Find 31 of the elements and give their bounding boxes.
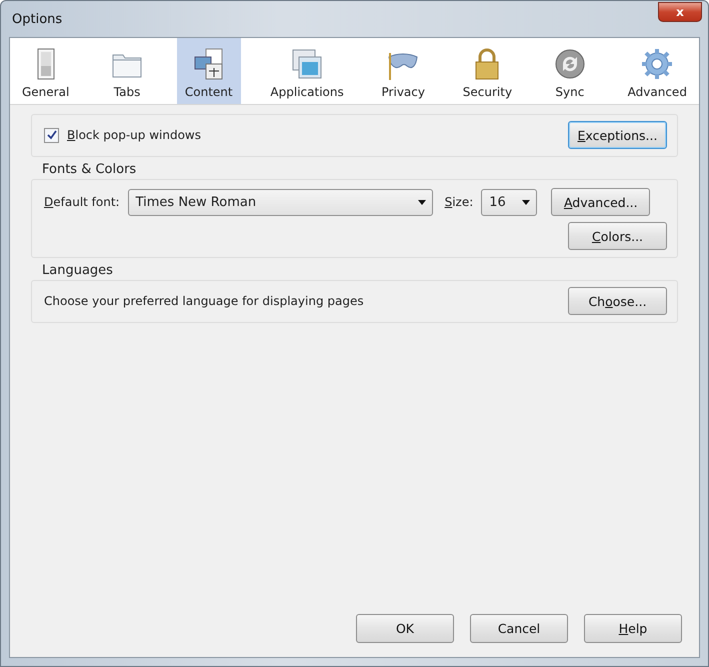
windows-icon (290, 47, 324, 81)
group-title: Fonts & Colors (42, 162, 138, 177)
checkbox[interactable] (44, 128, 59, 142)
pane-tab[interactable]: Advanced (620, 38, 695, 104)
pane-tab[interactable]: General (14, 38, 78, 104)
sync-icon (552, 47, 587, 81)
description-text: Choose your preferred language for displaying pages (44, 294, 364, 308)
gear-icon (640, 47, 674, 81)
field-label: Default font: (44, 195, 120, 209)
pane-tab[interactable]: Content (176, 38, 241, 104)
window-title: Options (12, 12, 62, 26)
checkbox-label: Block pop-up windows (67, 128, 201, 142)
pane-tab[interactable]: Sync (542, 38, 598, 104)
pane-tab[interactable]: Tabs (99, 38, 156, 104)
size-dropdown[interactable]: 16 (481, 188, 538, 216)
close-button[interactable]: x (658, 2, 702, 22)
dropdown-arrow-icon (418, 200, 426, 204)
exceptions-button[interactable]: Exceptions... (568, 121, 667, 149)
dialog-button[interactable]: Help (584, 614, 682, 643)
colors-button[interactable]: Colors... (568, 222, 667, 250)
dropdown-arrow-icon (522, 200, 530, 204)
pane-tab[interactable]: Security (454, 38, 520, 104)
field-label: Size: (444, 195, 474, 209)
font-dropdown[interactable]: Times New Roman (128, 188, 433, 216)
choose-button[interactable]: Choose... (568, 287, 667, 315)
dialog-button[interactable]: Cancel (470, 614, 568, 643)
pane-tab[interactable]: Privacy (374, 38, 433, 104)
advanced-button[interactable]: Advanced... (551, 188, 650, 216)
group-title: Languages (42, 263, 114, 278)
pane-tab[interactable]: Applications (262, 38, 352, 104)
dialog-button[interactable]: OK (356, 614, 454, 643)
